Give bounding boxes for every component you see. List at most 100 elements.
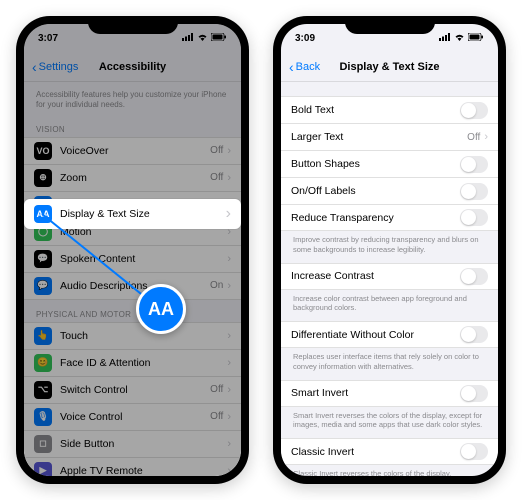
section-footer: Classic Invert reverses the colors of th… <box>281 465 498 476</box>
settings-row[interactable]: Bold Text <box>281 96 498 123</box>
section-footer: Replaces user interface items that rely … <box>281 348 498 380</box>
chevron-left-icon: ‹ <box>289 59 294 75</box>
phone-accessibility: 3:07 ‹ Settings Accessibility Accessibil… <box>16 16 249 484</box>
settings-row[interactable]: Reduce Transparency <box>281 204 498 231</box>
toggle-switch[interactable] <box>460 443 488 460</box>
content-scroll[interactable]: Bold Text Larger TextOff › Button Shapes On/… <box>281 82 498 476</box>
row-icon: 💬 <box>34 250 52 268</box>
row-value: On <box>210 280 223 291</box>
cell-group: Classic Invert <box>281 438 498 465</box>
chevron-right-icon: › <box>227 438 231 450</box>
row-label: Classic Invert <box>291 446 460 458</box>
row-value: Off <box>467 132 480 143</box>
row-icon: ⊕ <box>34 169 52 187</box>
section-footer: Smart Invert reverses the colors of the … <box>281 407 498 439</box>
row-value: Off <box>210 411 223 422</box>
settings-row[interactable]: Differentiate Without Color <box>281 321 498 348</box>
row-label: Spoken Content <box>60 253 227 265</box>
row-icon: 👆 <box>34 327 52 345</box>
toggle-switch[interactable] <box>460 268 488 285</box>
row-label: Button Shapes <box>291 158 460 170</box>
row-label: Zoom <box>60 172 210 184</box>
cell-group: Increase Contrast <box>281 263 498 290</box>
row-icon: ◻ <box>34 435 52 453</box>
nav-bar: ‹ Settings Accessibility <box>24 52 241 82</box>
settings-row[interactable]: On/Off Labels <box>281 177 498 204</box>
chevron-right-icon: › <box>227 411 231 423</box>
row-label: Switch Control <box>60 384 210 396</box>
settings-row[interactable]: Button Shapes <box>281 150 498 177</box>
settings-row[interactable]: Increase Contrast <box>281 263 498 290</box>
toggle-switch[interactable] <box>460 385 488 402</box>
chevron-right-icon: › <box>227 280 231 292</box>
row-label: Face ID & Attention <box>60 357 227 369</box>
battery-icon <box>211 33 227 44</box>
settings-row[interactable]: Smart Invert <box>281 380 498 407</box>
chevron-right-icon: › <box>227 357 231 369</box>
page-title: Accessibility <box>99 61 166 73</box>
row-icon: 💬 <box>34 277 52 295</box>
chevron-left-icon: ‹ <box>32 59 37 75</box>
signal-icon <box>439 33 451 44</box>
row-label: Voice Control <box>60 411 210 423</box>
settings-row[interactable]: 😊 Face ID & Attention› <box>24 349 241 376</box>
chevron-right-icon: › <box>226 205 231 223</box>
back-button[interactable]: ‹ Settings <box>32 59 78 75</box>
row-label: Smart Invert <box>291 387 460 399</box>
chevron-right-icon: › <box>227 145 231 157</box>
callout-bubble: AA <box>136 284 186 334</box>
cell-group: 👆Touch›😊Face ID & Attention›⌥Switch Cont… <box>24 322 241 476</box>
cell-group: Smart Invert <box>281 380 498 407</box>
status-time: 3:07 <box>38 33 58 44</box>
wifi-icon <box>454 33 465 44</box>
section-header: VISION <box>24 115 241 137</box>
page-title: Display & Text Size <box>339 61 439 73</box>
content-scroll[interactable]: Accessibility features help you customiz… <box>24 82 241 476</box>
battery-icon <box>468 33 484 44</box>
row-label: Touch <box>60 330 227 342</box>
settings-row[interactable]: ▶Apple TV Remote› <box>24 457 241 476</box>
row-icon: 😊 <box>34 354 52 372</box>
settings-row[interactable]: ⊕ZoomOff› <box>24 164 241 191</box>
section-header: PHYSICAL AND MOTOR <box>24 300 241 322</box>
callout-text: AA <box>148 299 174 320</box>
settings-row[interactable]: Larger TextOff › <box>281 123 498 150</box>
row-icon: 🎙 <box>34 408 52 426</box>
signal-icon <box>182 33 194 44</box>
phone-display-text-size: 3:09 ‹ Back Display & Text Size Bold Tex… <box>273 16 506 484</box>
chevron-right-icon: › <box>484 131 488 143</box>
section-footer: Improve contrast by reducing transparenc… <box>281 231 498 263</box>
settings-row[interactable]: 🎙 Voice ControlOff › <box>24 403 241 430</box>
section-footer: Increase color contrast between app fore… <box>281 290 498 322</box>
chevron-right-icon: › <box>227 253 231 265</box>
row-label: Display & Text Size <box>60 208 226 220</box>
chevron-right-icon: › <box>227 330 231 342</box>
row-value: Off <box>210 172 223 183</box>
toggle-switch[interactable] <box>460 209 488 226</box>
row-label: Apple TV Remote <box>60 465 227 476</box>
settings-row[interactable]: ⌥Switch ControlOff› <box>24 376 241 403</box>
settings-row[interactable]: Classic Invert <box>281 438 498 465</box>
cell-group: Differentiate Without Color <box>281 321 498 348</box>
toggle-switch[interactable] <box>460 326 488 343</box>
row-label: Differentiate Without Color <box>291 329 460 341</box>
back-button[interactable]: ‹ Back <box>289 59 320 75</box>
notch <box>88 16 178 34</box>
toggle-switch[interactable] <box>460 183 488 200</box>
row-value: Off <box>210 384 223 395</box>
row-icon: VO <box>34 142 52 160</box>
settings-row[interactable]: VOVoiceOverOff› <box>24 137 241 164</box>
status-time: 3:09 <box>295 33 315 44</box>
wifi-icon <box>197 33 208 44</box>
notch <box>345 16 435 34</box>
toggle-switch[interactable] <box>460 156 488 173</box>
settings-row[interactable]: ◻Side Button› <box>24 430 241 457</box>
back-label: Settings <box>39 61 79 73</box>
row-label: On/Off Labels <box>291 185 460 197</box>
settings-row[interactable]: 👆 Touch› <box>24 322 241 349</box>
row-label: Larger Text <box>291 131 467 143</box>
intro-text: Accessibility features help you customiz… <box>24 82 241 115</box>
toggle-switch[interactable] <box>460 102 488 119</box>
settings-row[interactable]: 💬 Spoken Content› <box>24 245 241 272</box>
row-value: Off <box>210 145 223 156</box>
